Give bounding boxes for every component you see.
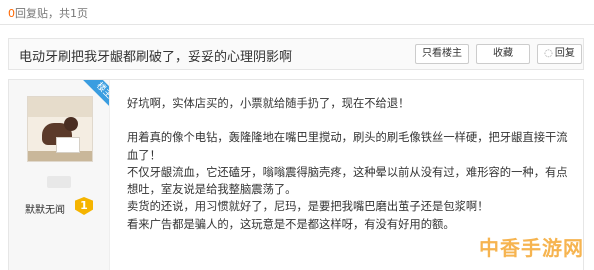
post-paragraph: 看来广告都是骗人的，这玩意是不是都这样呀，有没有好用的额。 xyxy=(127,217,455,231)
reply-count-number: 0 xyxy=(8,7,15,20)
post-paragraph: 用着真的像个电钻，轰隆隆地在嘴巴里搅动，刷头的刷毛像铁丝一样硬，把牙龈直接干流血… xyxy=(127,131,568,162)
top-bar: 0回复贴，共1页 xyxy=(0,0,594,25)
reply-count: 0回复贴，共1页 xyxy=(8,5,88,21)
post-paragraph: 卖货的还说，用习惯就好了，尼玛，是要把我嘴巴磨出茧子还是包浆啊！ xyxy=(127,200,489,214)
reply-count-label: 回复贴，共1页 xyxy=(15,7,88,20)
reply-icon: ◌ xyxy=(544,48,553,59)
only-op-button[interactable]: 只看楼主 xyxy=(415,44,469,64)
post-paragraph: 不仅牙龈流血，它还磕牙，嗡嗡震得脑壳疼，这种晕以前从没有过，难形容的一种，有点想… xyxy=(127,165,568,197)
site-watermark: 中香手游网 xyxy=(479,236,584,260)
level-badge-icon: 1 xyxy=(75,197,93,215)
avatar[interactable] xyxy=(27,96,93,162)
post-paragraph: 好坑啊，实体店买的，小票就给随手扔了，现在不给退！ xyxy=(127,97,410,110)
reply-button[interactable]: ◌ 回复 xyxy=(537,44,582,64)
favorite-button[interactable]: 收藏 xyxy=(476,44,530,64)
username-blurred[interactable] xyxy=(47,176,71,188)
thread-header: 电动牙刷把我牙龈都刷破了，妥妥的心理阴影啊 只看楼主 收藏 ◌ 回复 xyxy=(8,38,584,70)
reply-button-label: 回复 xyxy=(554,48,575,59)
user-level-title: 默默无闻 xyxy=(25,205,65,216)
thread-title: 电动牙刷把我牙龈都刷破了，妥妥的心理阴影啊 xyxy=(19,50,293,65)
post-content: 好坑啊，实体店买的，小票就给随手扔了，现在不给退！ 用着真的像个电钻，轰隆隆地在… xyxy=(127,95,573,233)
author-sidebar: 楼主 默默无闻 1 xyxy=(9,80,110,270)
